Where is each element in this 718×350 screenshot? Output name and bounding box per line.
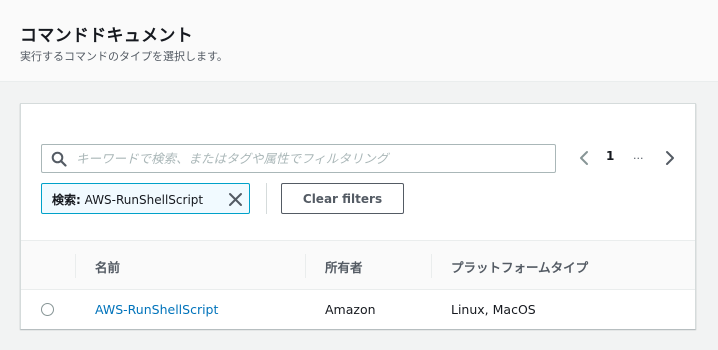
clear-filters-button[interactable]: Clear filters	[281, 183, 404, 214]
filter-token-prefix: 検索:	[52, 193, 81, 207]
page-title: コマンドドキュメント	[20, 26, 193, 46]
search-box[interactable]	[41, 144, 556, 173]
column-separator	[305, 254, 306, 278]
close-icon[interactable]	[228, 192, 243, 207]
document-name-link[interactable]: AWS-RunShellScript	[95, 302, 218, 317]
pagination: 1 ...	[573, 144, 683, 172]
chevron-right-icon[interactable]	[662, 148, 678, 168]
search-input[interactable]	[76, 147, 546, 170]
page-header: コマンドドキュメント 実行するコマンドのタイプを選択します。	[0, 0, 718, 82]
documents-panel: 1 ... 検索: AWS-RunShellScript Clear filte…	[20, 103, 696, 329]
filter-divider	[266, 183, 267, 214]
column-header-name[interactable]: 名前	[95, 257, 120, 276]
chevron-left-icon[interactable]	[576, 148, 592, 168]
row-radio[interactable]	[41, 303, 54, 316]
filter-token: 検索: AWS-RunShellScript	[41, 183, 250, 214]
pagination-current-page[interactable]: 1	[606, 149, 614, 163]
document-platform: Linux, MacOS	[451, 302, 536, 317]
document-owner: Amazon	[325, 302, 376, 317]
filter-token-label: 検索: AWS-RunShellScript	[52, 191, 203, 208]
table-row[interactable]: AWS-RunShellScript Amazon Linux, MacOS	[21, 290, 695, 329]
column-separator	[431, 254, 432, 278]
pagination-ellipsis: ...	[633, 149, 644, 162]
filter-token-value: AWS-RunShellScript	[84, 193, 204, 207]
column-header-owner[interactable]: 所有者	[325, 257, 363, 276]
column-separator	[75, 254, 76, 278]
search-icon	[51, 151, 67, 167]
page-subtitle: 実行するコマンドのタイプを選択します。	[20, 50, 228, 63]
column-header-platform[interactable]: プラットフォームタイプ	[451, 257, 588, 276]
table-header: 名前 所有者 プラットフォームタイプ	[21, 240, 695, 290]
